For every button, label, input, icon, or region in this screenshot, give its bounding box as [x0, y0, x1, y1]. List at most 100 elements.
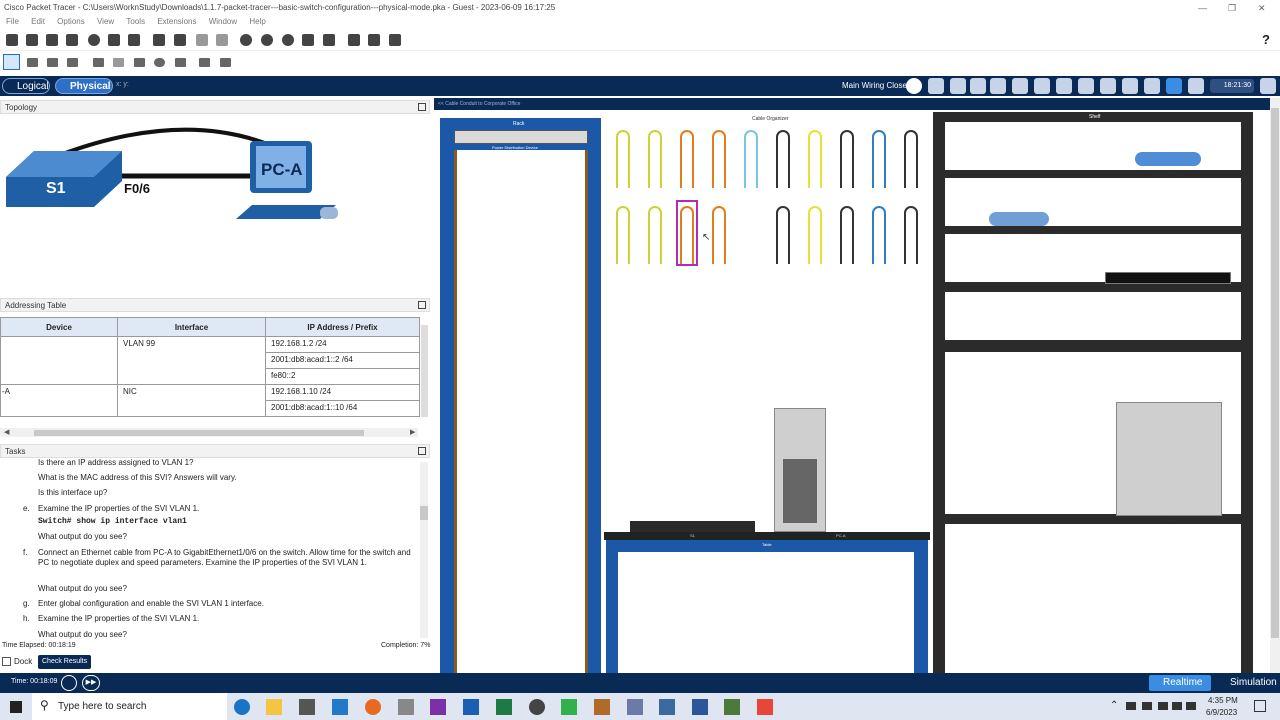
menu-window[interactable]: Window: [209, 17, 237, 26]
network-icon[interactable]: [108, 34, 120, 46]
complex-pdu-icon[interactable]: [220, 58, 231, 67]
store-icon[interactable]: [299, 699, 315, 715]
notepad-icon[interactable]: [659, 699, 675, 715]
new-icon[interactable]: [6, 34, 18, 46]
open-icon[interactable]: [26, 34, 38, 46]
back-icon[interactable]: [928, 78, 944, 94]
cable-icon[interactable]: [904, 130, 918, 188]
inspect-icon[interactable]: [27, 58, 38, 67]
delete-icon[interactable]: [47, 58, 58, 67]
workspace-scrollbar[interactable]: [1270, 98, 1280, 673]
switch-s1-device[interactable]: [1105, 272, 1231, 284]
outlook-icon[interactable]: [463, 699, 479, 715]
menu-help[interactable]: Help: [249, 17, 265, 26]
tray-icon[interactable]: [1142, 702, 1152, 710]
power-cycle-icon[interactable]: [61, 675, 77, 691]
packet-tracer-taskbar-icon[interactable]: [724, 699, 740, 715]
notifications-icon[interactable]: [1254, 700, 1266, 712]
menu-view[interactable]: View: [97, 17, 114, 26]
move-object-icon[interactable]: [1056, 78, 1072, 94]
cable-icon[interactable]: [712, 206, 726, 264]
zoom-out-icon[interactable]: [282, 34, 294, 46]
navigation-icon[interactable]: [906, 78, 922, 94]
realtime-button[interactable]: Realtime: [1149, 675, 1211, 691]
wireless-icon[interactable]: [1166, 78, 1182, 94]
app2-icon[interactable]: [594, 699, 610, 715]
zoom-reset-icon[interactable]: [261, 34, 273, 46]
redo-icon[interactable]: [216, 34, 228, 46]
volume-icon[interactable]: [1186, 702, 1196, 710]
new-closet-icon[interactable]: [970, 78, 986, 94]
power-distribution-device[interactable]: [454, 130, 588, 144]
zoom-in-icon[interactable]: [240, 34, 252, 46]
word-icon[interactable]: [692, 699, 708, 715]
windows-start-icon[interactable]: [10, 701, 22, 713]
cable-icon[interactable]: [808, 130, 822, 188]
note-icon[interactable]: [93, 58, 104, 67]
restore-icon[interactable]: ❐: [1228, 0, 1236, 16]
battery-icon[interactable]: [1158, 702, 1168, 710]
menu-options[interactable]: Options: [57, 17, 85, 26]
cable-icon[interactable]: [904, 206, 918, 264]
taskbar-time[interactable]: 4:35 PM: [1208, 696, 1238, 705]
move-icon[interactable]: [1122, 78, 1138, 94]
undo-icon[interactable]: [196, 34, 208, 46]
cable-icon[interactable]: [776, 130, 790, 188]
freeform-icon[interactable]: [175, 58, 186, 67]
scroll-left-icon[interactable]: ◀: [4, 428, 9, 436]
line-icon[interactable]: [113, 58, 124, 67]
excel-icon[interactable]: [496, 699, 512, 715]
menu-tools[interactable]: Tools: [126, 17, 145, 26]
app-icon[interactable]: [398, 699, 414, 715]
scroll-right-icon[interactable]: ▶: [410, 428, 415, 436]
table-horizontal-scrollbar[interactable]: ◀ ▶: [0, 428, 418, 437]
simple-pdu-icon[interactable]: [199, 58, 210, 67]
app3-icon[interactable]: [627, 699, 643, 715]
tab-list-icon[interactable]: [1078, 78, 1094, 94]
print-icon[interactable]: [66, 34, 78, 46]
switch-on-table-device[interactable]: [630, 521, 755, 532]
undock-icon[interactable]: [418, 103, 426, 111]
cable-icon[interactable]: [840, 130, 854, 188]
undock-icon[interactable]: [418, 447, 426, 455]
cable-icon[interactable]: [744, 130, 758, 188]
cable-icon[interactable]: [616, 206, 630, 264]
taskbar-search[interactable]: ⚲ Type here to search: [32, 693, 227, 720]
save-icon[interactable]: [46, 34, 58, 46]
app4-icon[interactable]: [757, 699, 773, 715]
breadcrumb[interactable]: << Cable Conduit to Corporate Office: [438, 101, 520, 107]
camtasia-icon[interactable]: [561, 699, 577, 715]
undock-icon[interactable]: [418, 301, 426, 309]
clock-app-icon[interactable]: [529, 699, 545, 715]
fast-forward-icon[interactable]: ▶▶: [82, 675, 100, 691]
select-tool-icon[interactable]: [3, 54, 20, 70]
drawing-palette-icon[interactable]: [302, 34, 314, 46]
taskbar-date[interactable]: 6/9/2023: [1206, 708, 1237, 717]
shelf[interactable]: Shelf Cable Modem Access Point S1 Printe…: [933, 112, 1253, 673]
menu-edit[interactable]: Edit: [31, 17, 45, 26]
cable-icon[interactable]: [616, 130, 630, 188]
info-icon[interactable]: [88, 34, 100, 46]
dock-checkbox[interactable]: [2, 657, 11, 666]
cable-icon[interactable]: [872, 206, 886, 264]
activity-wizard-icon[interactable]: [128, 34, 140, 46]
close-icon[interactable]: ✕: [1258, 0, 1266, 16]
menu-extensions[interactable]: Extensions: [157, 17, 196, 26]
cable-icon[interactable]: [808, 206, 822, 264]
cable-icon[interactable]: [840, 206, 854, 264]
simulation-button[interactable]: Simulation: [1214, 675, 1280, 691]
copy-icon[interactable]: [153, 34, 165, 46]
mail-icon[interactable]: [332, 699, 348, 715]
cable-icon[interactable]: [776, 206, 790, 264]
cable-modem-device[interactable]: [1135, 152, 1201, 166]
firefox-icon[interactable]: [365, 699, 381, 715]
check-results-button[interactable]: Check Results: [38, 655, 92, 669]
tray-chevron-icon[interactable]: ⌃: [1110, 700, 1118, 711]
onenote-icon[interactable]: [430, 699, 446, 715]
edge-icon[interactable]: [234, 699, 250, 715]
clusters-icon[interactable]: [1100, 78, 1116, 94]
new-shelf-icon[interactable]: [1034, 78, 1050, 94]
screenshot-icon[interactable]: [389, 34, 401, 46]
table[interactable]: Table: [606, 540, 928, 673]
scroll-thumb[interactable]: [34, 430, 364, 436]
